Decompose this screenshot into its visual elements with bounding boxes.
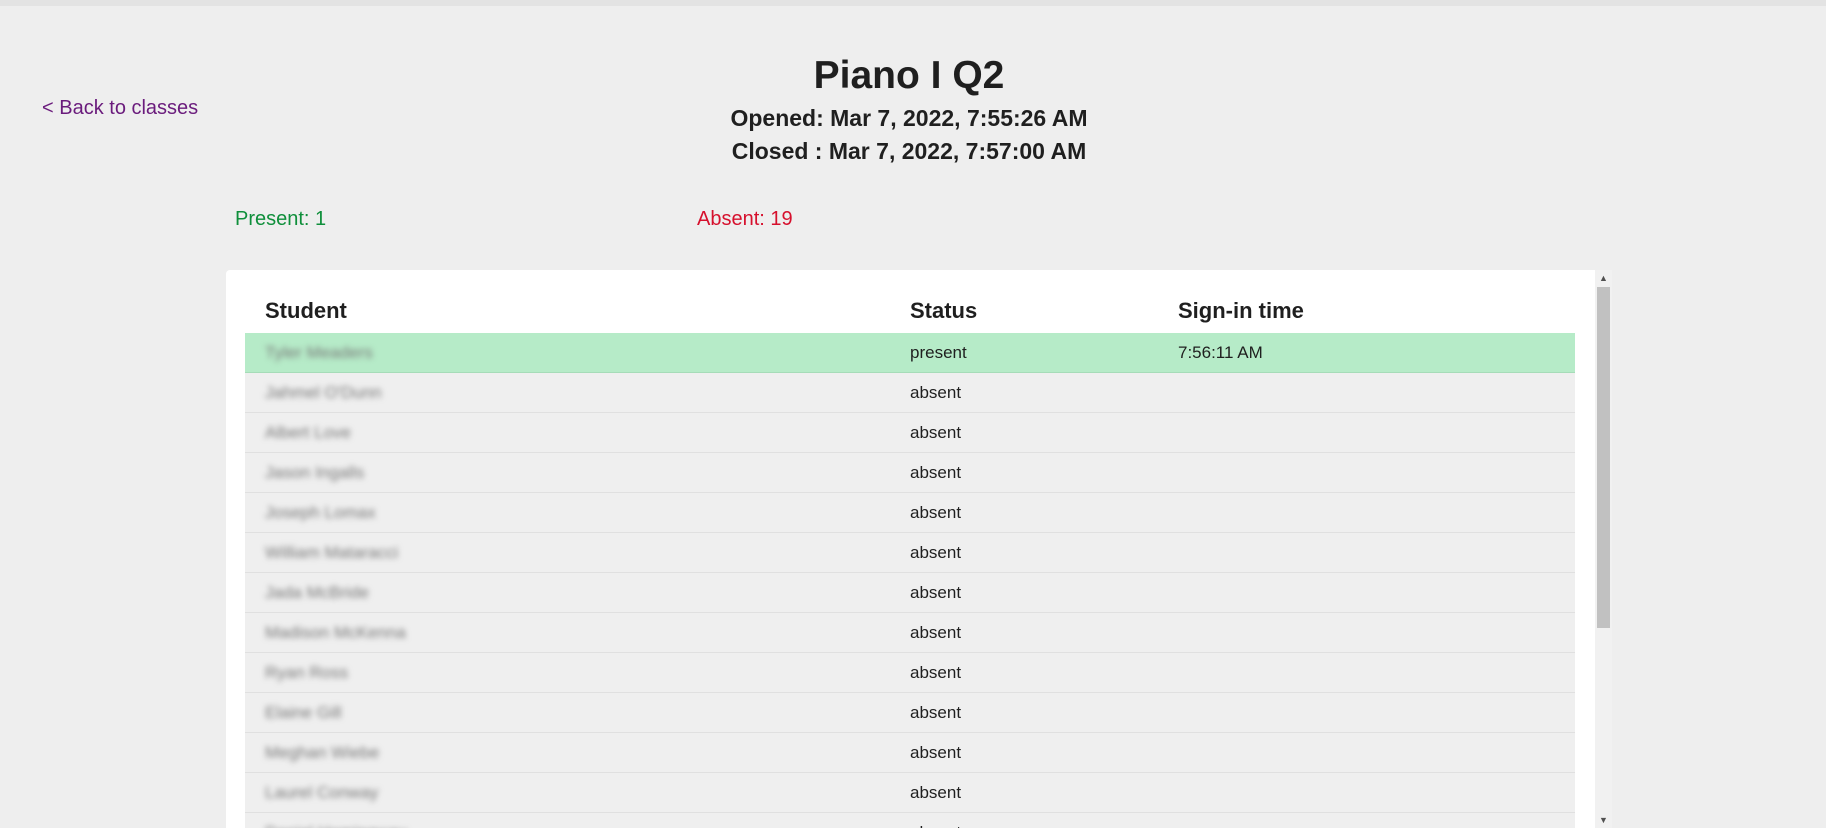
student-name: Ryan Ross (265, 663, 349, 682)
column-header-sign-in-time: Sign-in time (1178, 298, 1304, 323)
status-value: absent (910, 463, 962, 482)
status-value: absent (910, 383, 962, 402)
student-name: Jason Ingalls (265, 463, 365, 482)
table-row: Madison McKenna absent (245, 613, 1575, 653)
status-value: absent (910, 503, 962, 522)
status-value: absent (910, 743, 962, 762)
student-name: Jahmel O'Dunn (265, 383, 382, 402)
student-name: William Mataracci (265, 543, 399, 562)
scroll-down-arrow-icon[interactable]: ▼ (1595, 812, 1612, 828)
sign-in-time: 7:56:11 AM (1178, 343, 1263, 362)
top-bar (0, 0, 1826, 6)
table-row: Laurel Conway absent (245, 773, 1575, 813)
student-name: Madison McKenna (265, 623, 406, 642)
attendance-card: Student Status Sign-in time Tyler Meader… (226, 270, 1612, 828)
student-name: Jada McBride (265, 583, 369, 602)
table-scrollbar[interactable]: ▲ ▼ (1595, 270, 1612, 828)
status-value: absent (910, 823, 961, 828)
table-row: Albert Love absent (245, 413, 1575, 453)
table-row: Ryan Ross absent (245, 653, 1575, 693)
column-header-student: Student (265, 298, 347, 323)
table-row: Jahmel O'Dunn absent (245, 373, 1575, 413)
status-value: absent (910, 623, 962, 642)
column-header-status: Status (910, 298, 978, 323)
table-row: Meghan Wiebe absent (245, 733, 1575, 773)
table-row: Tyler Meaders present 7:56:11 AM (245, 333, 1575, 373)
status-value: absent (910, 783, 962, 802)
table-row: Jada McBride absent (245, 573, 1575, 613)
status-value: absent (910, 703, 962, 722)
status-value: absent (910, 583, 962, 602)
scroll-up-arrow-icon[interactable]: ▲ (1595, 270, 1612, 286)
student-name: Meghan Wiebe (265, 743, 380, 762)
status-value: absent (910, 663, 962, 682)
page-header: Piano I Q2 Opened: Mar 7, 2022, 7:55:26 … (0, 50, 1818, 168)
table-row: Daniel Hemingway absent (245, 813, 1575, 828)
student-name: Tyler Meaders (265, 343, 373, 362)
table-row: William Mataracci absent (245, 533, 1575, 573)
status-value: absent (910, 423, 962, 442)
student-name: Daniel Hemingway (265, 823, 407, 828)
student-name: Laurel Conway (265, 783, 379, 802)
opened-time: Opened: Mar 7, 2022, 7:55:26 AM (730, 105, 1088, 131)
student-name: Elaine Gill (265, 703, 342, 722)
present-count: Present: 1 (235, 208, 327, 230)
table-row: Elaine Gill absent (245, 693, 1575, 733)
student-name: Albert Love (265, 423, 351, 442)
absent-count: Absent: 19 (697, 208, 793, 230)
status-value: absent (910, 543, 962, 562)
student-name: Joseph Lomax (265, 503, 376, 522)
table-row: Jason Ingalls absent (245, 453, 1575, 493)
attendance-table: Student Status Sign-in time Tyler Meader… (245, 270, 1575, 828)
table-header: Student Status Sign-in time (245, 270, 1575, 333)
scrollbar-thumb[interactable] (1597, 287, 1610, 628)
table-row: Joseph Lomax absent (245, 493, 1575, 533)
closed-time: Closed : Mar 7, 2022, 7:57:00 AM (731, 138, 1087, 164)
page-title: Piano I Q2 (813, 54, 1005, 97)
table-body: Tyler Meaders present 7:56:11 AM Jahmel O'D… (245, 333, 1575, 828)
status-value: present (910, 343, 967, 362)
